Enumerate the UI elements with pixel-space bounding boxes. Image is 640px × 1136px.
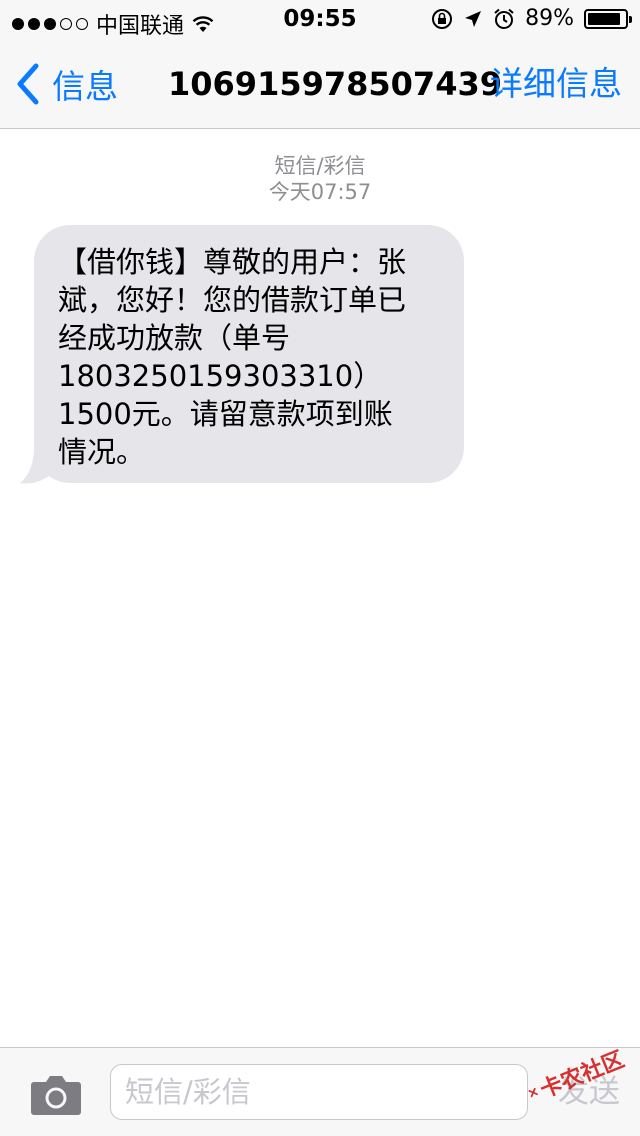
message-line: 斌，您好！您的借款订单已: [58, 283, 407, 317]
message-line: 经成功放款（单号: [58, 321, 291, 355]
message-line: 1500元。请留意款项到账: [58, 397, 393, 431]
alarm-icon: [494, 8, 514, 29]
battery-percent: 89%: [525, 6, 574, 31]
messages-screen: 中国联通 09:55 89% 信息 106915978507439 详细信息 短…: [0, 0, 640, 1136]
message-line: 1803250159303310）: [58, 359, 383, 393]
status-bar: 中国联通 09:55 89%: [0, 0, 640, 40]
message-meta: 短信/彩信 今天07:57: [0, 153, 640, 205]
top-bar: 中国联通 09:55 89% 信息 106915978507439 详细信息: [0, 0, 640, 129]
camera-icon[interactable]: [30, 1072, 82, 1116]
message-line: 情况。: [58, 435, 146, 469]
service-label: 短信/彩信: [274, 154, 366, 178]
battery-icon: [584, 8, 632, 29]
message-input[interactable]: [110, 1064, 528, 1120]
location-arrow-icon: [465, 10, 482, 27]
back-button[interactable]: 信息: [14, 62, 118, 106]
conversation-area[interactable]: 短信/彩信 今天07:57 【借你钱】尊敬的用户：张 斌，您好！您的借款订单已 …: [0, 129, 640, 1048]
battery-fill: [588, 12, 621, 25]
received-message-bubble[interactable]: 【借你钱】尊敬的用户：张 斌，您好！您的借款订单已 经成功放款（单号 18032…: [34, 225, 464, 483]
navigation-bar: 信息 106915978507439 详细信息: [0, 40, 640, 128]
rotation-lock-icon: [432, 8, 453, 29]
message-timestamp: 今天07:57: [268, 180, 372, 204]
back-button-label: 信息: [52, 67, 118, 106]
details-button[interactable]: 详细信息: [490, 62, 622, 106]
chevron-left-icon: [17, 63, 39, 105]
conversation-title: 106915978507439: [168, 65, 502, 103]
message-line: 【借你钱】尊敬的用户：张: [58, 245, 407, 279]
status-right: 89%: [431, 6, 632, 31]
